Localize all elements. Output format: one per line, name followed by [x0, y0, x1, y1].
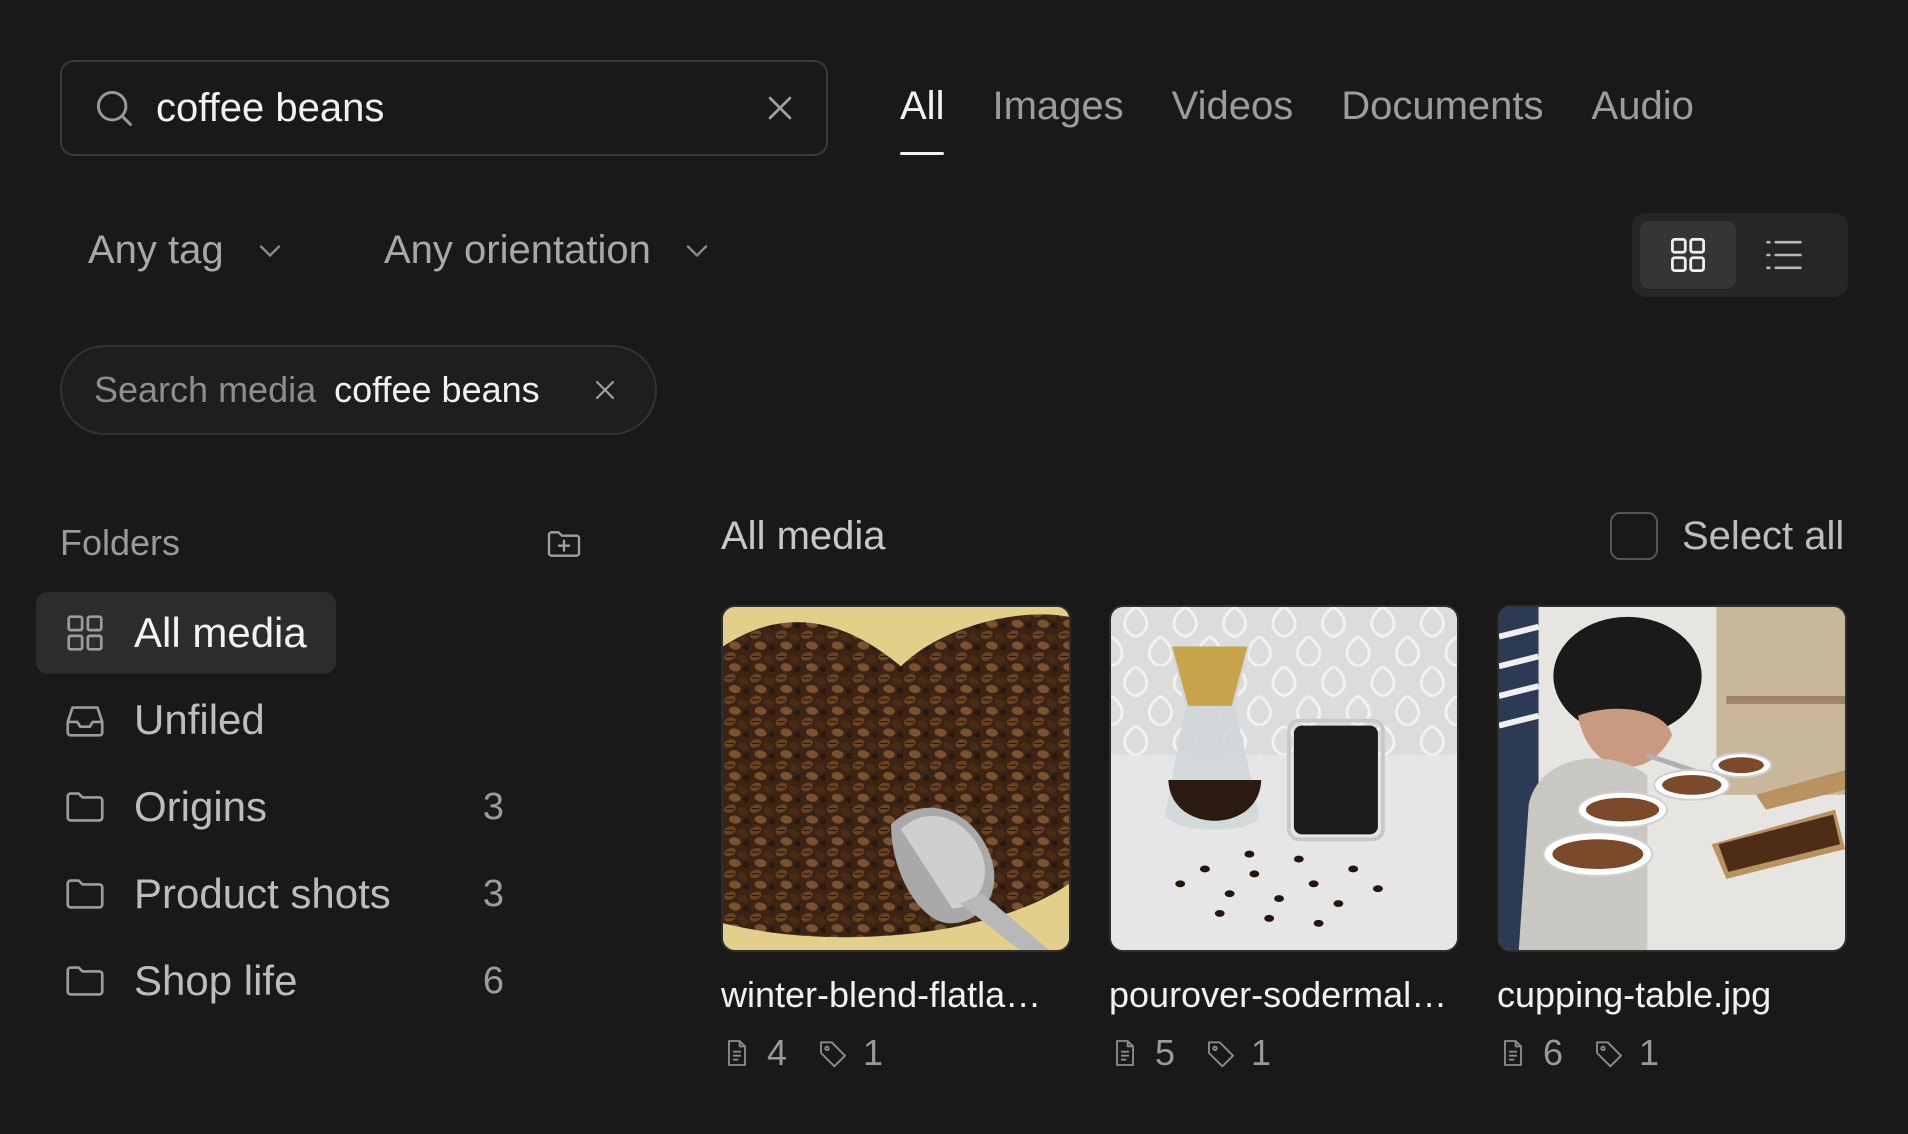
clear-search-icon[interactable]	[760, 88, 800, 128]
tag-filter-dropdown[interactable]: Any tag	[88, 228, 288, 273]
sidebar-item-unfiled[interactable]: Unfiled	[36, 679, 556, 761]
media-meta: 4 1	[721, 1032, 1071, 1074]
media-meta: 5 1	[1109, 1032, 1459, 1074]
document-icon	[1116, 1040, 1134, 1066]
pourover-chemex-photo	[1109, 605, 1459, 952]
sidebar-item-shop-life[interactable]: Shop life 6	[36, 940, 556, 1022]
select-all-control[interactable]: Select all	[1610, 512, 1844, 560]
main-section-title: All media	[721, 514, 886, 558]
tag-count: 1	[1251, 1032, 1272, 1073]
search-icon	[96, 90, 132, 126]
doc-count: 6	[1543, 1032, 1564, 1073]
search-bar[interactable]	[60, 60, 828, 156]
tag-count: 1	[1639, 1032, 1660, 1073]
chip-value: coffee beans	[334, 369, 540, 410]
folder-count: 6	[482, 959, 504, 1002]
media-card[interactable]: cupping-table.jpg 6 1	[1497, 605, 1847, 1074]
inbox-icon	[66, 706, 104, 737]
select-all-label: Select all	[1682, 513, 1845, 558]
tag-icon	[1596, 1041, 1622, 1068]
orientation-filter-label: Any orientation	[384, 228, 651, 272]
folder-icon	[66, 966, 104, 996]
sidebar-item-label: Unfiled	[134, 696, 265, 743]
sidebar-item-all-media[interactable]: All media	[36, 592, 336, 674]
doc-count: 4	[767, 1032, 788, 1073]
tab-images[interactable]: Images	[992, 84, 1123, 155]
folders-heading: Folders	[60, 522, 181, 563]
tag-icon	[820, 1041, 846, 1068]
media-type-tabs: All Images Videos Documents Audio	[900, 84, 1694, 155]
folder-icon	[66, 792, 104, 822]
media-meta: 6 1	[1497, 1032, 1847, 1074]
media-card[interactable]: pourover-sodermal… 5 1	[1109, 605, 1459, 1074]
folder-count: 3	[482, 785, 504, 828]
view-toggle	[1632, 213, 1848, 297]
tag-icon	[1208, 1041, 1234, 1068]
tab-documents[interactable]: Documents	[1341, 84, 1543, 155]
list-view-button[interactable]	[1736, 221, 1832, 289]
list-icon	[1766, 240, 1802, 270]
chip-label: Search media	[94, 369, 317, 410]
media-filename: cupping-table.jpg	[1497, 974, 1772, 1015]
folder-count: 3	[482, 872, 504, 915]
grid-icon	[67, 615, 103, 651]
document-icon	[728, 1040, 746, 1066]
media-card[interactable]: winter-blend-flatla… 4 1	[721, 605, 1071, 1074]
tab-videos[interactable]: Videos	[1172, 84, 1294, 155]
sidebar-item-label: Shop life	[134, 957, 298, 1004]
new-folder-icon[interactable]	[544, 524, 584, 564]
folder-list: All media Unfiled Origins 3 Product shot…	[36, 592, 556, 1027]
media-filename: pourover-sodermal…	[1109, 974, 1448, 1015]
sidebar-item-label: All media	[134, 609, 307, 656]
search-input[interactable]	[156, 85, 760, 131]
chevron-down-icon	[259, 244, 280, 257]
media-filename: winter-blend-flatla…	[721, 974, 1042, 1015]
tab-audio[interactable]: Audio	[1592, 84, 1694, 155]
tag-count: 1	[863, 1032, 884, 1073]
search-filter-chip: Search media coffee beans	[60, 345, 657, 435]
select-all-checkbox[interactable]	[1610, 512, 1658, 560]
coffee-cupping-photo	[1497, 605, 1847, 952]
grid-view-button[interactable]	[1640, 221, 1736, 289]
doc-count: 5	[1155, 1032, 1176, 1073]
tag-filter-label: Any tag	[88, 228, 224, 272]
document-icon	[1504, 1040, 1522, 1066]
orientation-filter-dropdown[interactable]: Any orientation	[384, 228, 715, 273]
folder-icon	[66, 879, 104, 909]
sidebar-item-product-shots[interactable]: Product shots 3	[36, 853, 556, 935]
sidebar-item-label: Origins	[134, 783, 268, 830]
coffee-beans-scoop-photo	[721, 605, 1071, 952]
tab-all[interactable]: All	[900, 84, 945, 155]
chevron-down-icon	[686, 244, 708, 257]
grid-icon	[1671, 238, 1705, 272]
sidebar-item-label: Product shots	[134, 870, 391, 917]
sidebar-item-origins[interactable]: Origins 3	[36, 766, 556, 848]
close-icon[interactable]	[589, 374, 621, 406]
